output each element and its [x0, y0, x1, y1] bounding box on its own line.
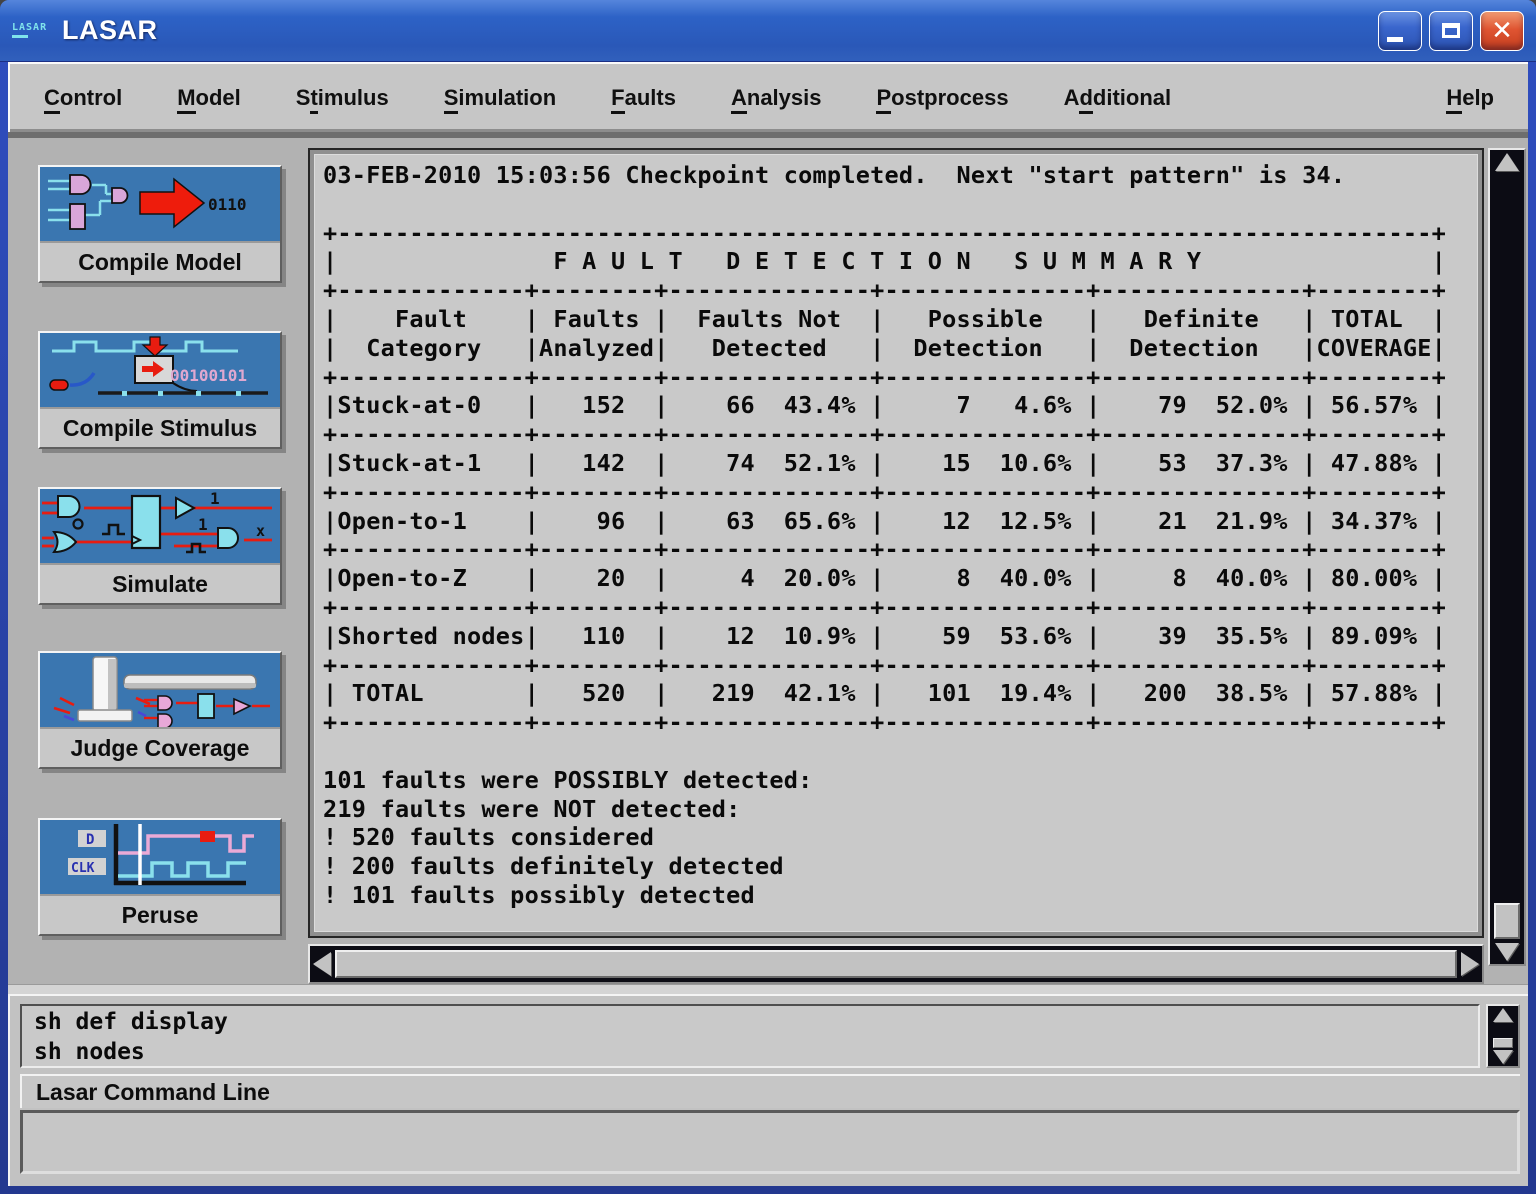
simulate-icon: 1 1 x — [40, 489, 280, 563]
simulate-label: Simulate — [40, 563, 280, 603]
history-scroll-up-icon[interactable] — [1493, 1008, 1513, 1022]
compile-model-label: Compile Model — [40, 241, 280, 281]
menu-item-help[interactable]: Help — [1446, 85, 1494, 111]
scroll-left-arrow-icon[interactable] — [313, 952, 331, 976]
history-scroll-thumb[interactable] — [1493, 1038, 1513, 1048]
svg-text:00100101: 00100101 — [170, 366, 247, 385]
menu-item-model[interactable]: Model — [177, 85, 241, 111]
maximize-button[interactable] — [1429, 11, 1473, 51]
peruse-label: Peruse — [40, 894, 280, 934]
terminal-panel[interactable]: 03-FEB-2010 15:03:56 Checkpoint complete… — [308, 148, 1484, 938]
scroll-thumb[interactable] — [1494, 903, 1520, 939]
svg-text:x: x — [256, 522, 265, 540]
judge-coverage-icon — [40, 653, 280, 727]
menu-mnemonic-underline: C — [44, 85, 60, 114]
command-line-label: Lasar Command Line — [20, 1074, 1520, 1108]
app-logo-icon[interactable]: LASAR — [12, 16, 52, 46]
menu-bar: Control Model Stimulus Simulation Faults Anal… — [8, 62, 1528, 132]
minimize-icon — [1387, 37, 1403, 42]
menu-item-postprocess[interactable]: Postprocess — [876, 85, 1008, 111]
simulate-button[interactable]: 1 1 x Simulate — [38, 487, 282, 605]
command-panel: sh def display sh nodes Lasar Command Li… — [8, 994, 1528, 1186]
menu-mnemonic-underline: t — [310, 85, 317, 114]
menu-mnemonic-underline: F — [611, 85, 624, 114]
app-logo-text: LASAR — [12, 23, 47, 33]
lasar-window: LASAR LASAR ✕ Control Model Stimulus Simula… — [0, 0, 1536, 1194]
window-controls: ✕ — [1378, 11, 1524, 51]
history-vertical-scrollbar — [1486, 1004, 1520, 1068]
close-icon: ✕ — [1491, 18, 1513, 44]
menu-item-analysis[interactable]: Analysis — [731, 85, 822, 111]
menu-item-faults[interactable]: Faults — [611, 85, 676, 111]
menu-mnemonic-underline: d — [1079, 85, 1092, 114]
command-history-box[interactable]: sh def display sh nodes — [20, 1004, 1480, 1068]
compile-stimulus-button[interactable]: 00100101 Compile Stimulus — [38, 331, 282, 449]
compile-model-icon: 0110 — [40, 167, 280, 241]
terminal-output: 03-FEB-2010 15:03:56 Checkpoint complete… — [315, 155, 1477, 910]
menu-mnemonic-underline: S — [444, 85, 459, 114]
terminal-vertical-scrollbar — [1488, 148, 1526, 966]
scroll-up-arrow-icon[interactable] — [1495, 153, 1519, 171]
svg-text:CLK: CLK — [71, 861, 95, 876]
scroll-right-arrow-icon[interactable] — [1461, 952, 1479, 976]
menu-item-additional[interactable]: Additional — [1064, 85, 1172, 111]
window-title: LASAR — [62, 15, 158, 46]
terminal-viewport: 03-FEB-2010 15:03:56 Checkpoint complete… — [314, 154, 1478, 932]
terminal-horizontal-scrollbar — [308, 944, 1484, 984]
app-logo-underline — [12, 35, 28, 38]
compile-model-button[interactable]: 0110 Compile Model — [38, 165, 282, 283]
horizontal-scroll-thumb[interactable] — [335, 950, 1457, 978]
peruse-button[interactable]: D CLK Peruse — [38, 818, 282, 936]
minimize-button[interactable] — [1378, 11, 1422, 51]
maximize-icon — [1442, 23, 1460, 38]
command-history-text: sh def display sh nodes — [34, 1007, 1466, 1067]
judge-coverage-button[interactable]: Judge Coverage — [38, 651, 282, 769]
panel-separator — [8, 984, 1528, 994]
menu-mnemonic-underline: P — [876, 85, 891, 114]
scroll-down-arrow-icon[interactable] — [1495, 943, 1519, 961]
compile-stimulus-label: Compile Stimulus — [40, 407, 280, 447]
svg-text:1: 1 — [198, 515, 208, 534]
command-input[interactable] — [20, 1110, 1520, 1174]
menu-mnemonic-underline: A — [731, 85, 747, 114]
menu-item-control[interactable]: Control — [44, 85, 122, 111]
window-body: Control Model Stimulus Simulation Faults Anal… — [8, 62, 1528, 1186]
peruse-icon: D CLK — [40, 820, 280, 894]
svg-text:1: 1 — [210, 489, 220, 508]
compile-stimulus-icon: 00100101 — [40, 333, 280, 407]
history-scroll-down-icon[interactable] — [1493, 1050, 1513, 1064]
svg-text:D: D — [86, 832, 94, 848]
judge-coverage-label: Judge Coverage — [40, 727, 280, 767]
menu-item-stimulus[interactable]: Stimulus — [296, 85, 389, 111]
title-bar: LASAR LASAR ✕ — [0, 0, 1536, 62]
menu-mnemonic-underline: M — [177, 85, 195, 114]
close-button[interactable]: ✕ — [1480, 11, 1524, 51]
menu-mnemonic-underline: H — [1446, 85, 1462, 114]
menu-item-simulation[interactable]: Simulation — [444, 85, 556, 111]
main-area: 0110 Compile Model 00100101 — [8, 138, 1528, 984]
svg-text:0110: 0110 — [208, 195, 247, 214]
command-history-row: sh def display sh nodes — [20, 1004, 1520, 1068]
